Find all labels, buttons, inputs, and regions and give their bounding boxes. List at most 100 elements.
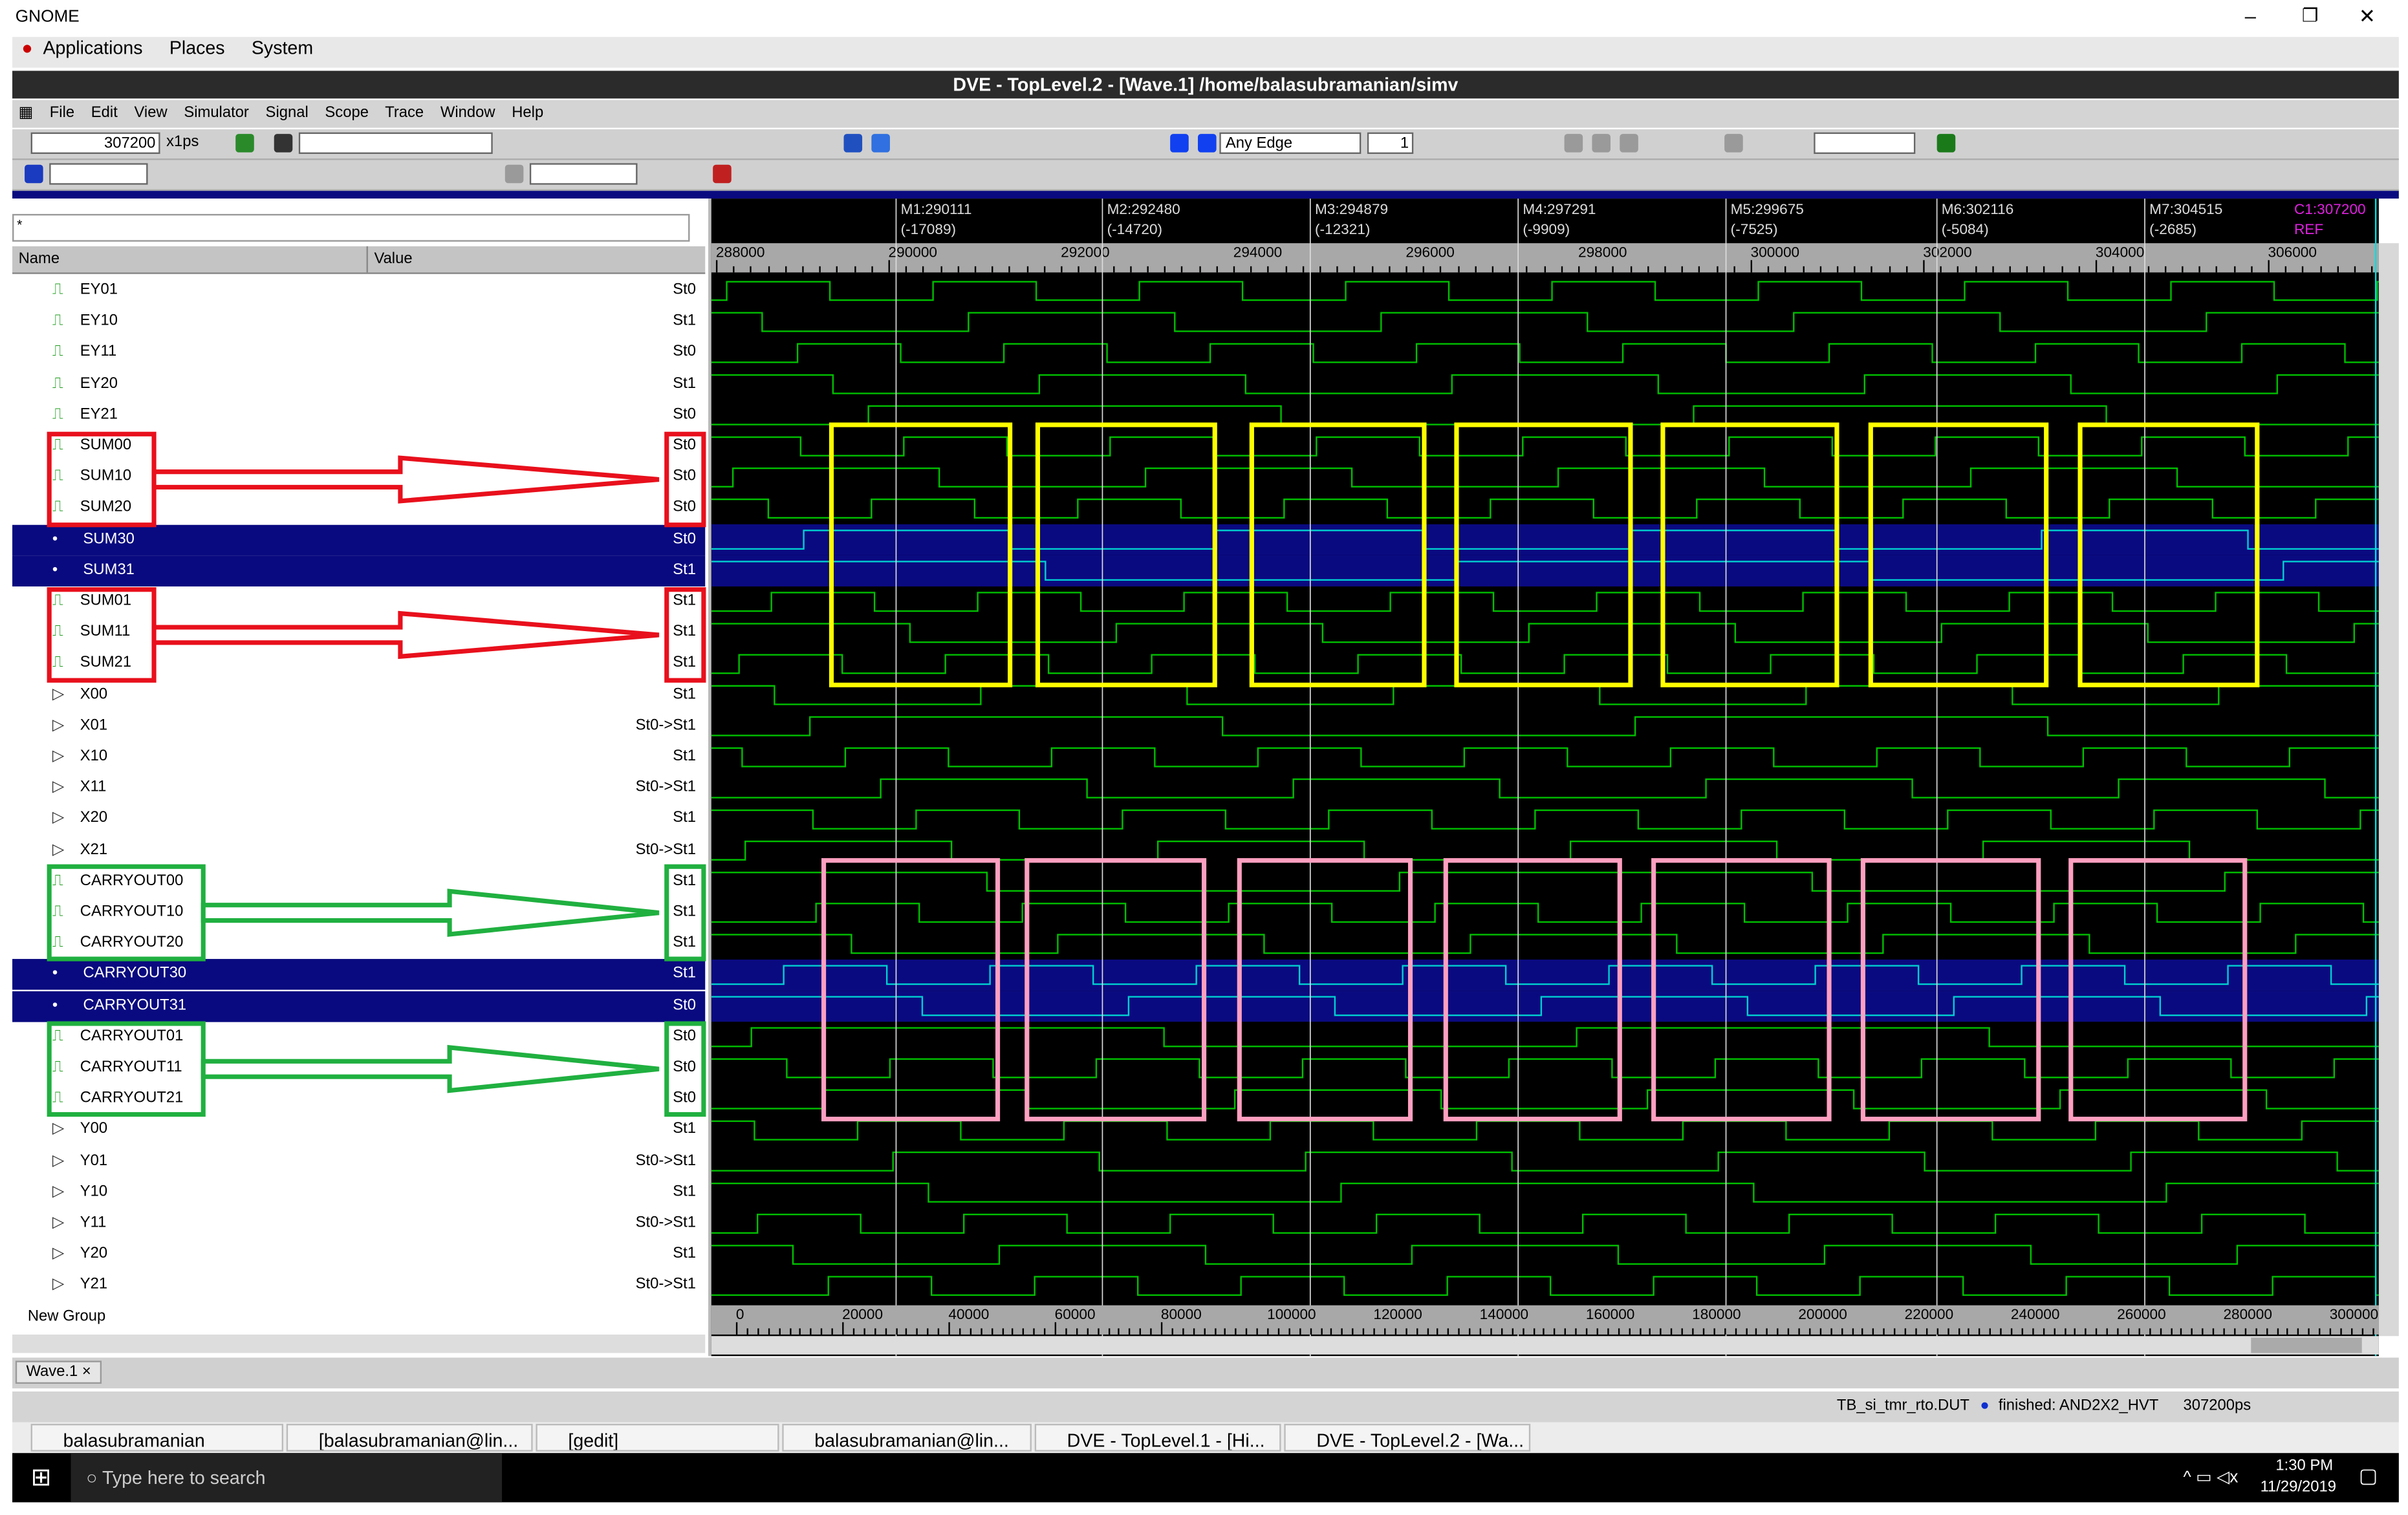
signal-waveform[interactable] bbox=[711, 654, 2379, 674]
next-edge-icon[interactable] bbox=[1198, 134, 1217, 153]
signal-row[interactable]: ▷ Y20 St1 bbox=[12, 1240, 705, 1271]
signal-waveform[interactable] bbox=[711, 281, 2379, 301]
value-input[interactable] bbox=[49, 163, 148, 185]
signal-waveform[interactable] bbox=[711, 436, 2379, 457]
signal-row[interactable]: ⎍ EY20 St1 bbox=[12, 369, 705, 400]
signal-waveform[interactable] bbox=[711, 467, 2379, 488]
group-combo[interactable] bbox=[529, 163, 638, 185]
gnome-menu-system[interactable]: System bbox=[252, 37, 313, 58]
zoom-fit-icon[interactable] bbox=[1564, 134, 1583, 153]
tab-wave1[interactable]: Wave.1 × bbox=[15, 1360, 102, 1384]
close-button[interactable]: ✕ bbox=[2359, 5, 2376, 29]
signal-hscrollbar[interactable] bbox=[12, 1334, 706, 1353]
signal-row[interactable]: ⎍ EY10 St1 bbox=[12, 306, 705, 338]
menu-file[interactable]: File bbox=[50, 105, 74, 122]
zoom-out-icon[interactable] bbox=[1620, 134, 1638, 153]
scrollbar-thumb[interactable] bbox=[2251, 1337, 2362, 1353]
gnome-menu-applications[interactable]: Applications bbox=[43, 37, 142, 58]
menu-view[interactable]: View bbox=[134, 105, 167, 122]
signal-row[interactable]: ⎍ SUM20 St0 bbox=[12, 493, 705, 524]
search-combo[interactable] bbox=[298, 132, 493, 155]
run-icon[interactable] bbox=[235, 134, 254, 153]
signal-waveform[interactable] bbox=[711, 343, 2379, 363]
schematic-icon[interactable] bbox=[871, 134, 890, 153]
signal-row[interactable]: ⎍ CARRYOUT00 St1 bbox=[12, 866, 705, 897]
signal-row[interactable]: ▷ Y00 St1 bbox=[12, 1115, 705, 1146]
record-icon[interactable] bbox=[713, 164, 732, 184]
signal-row[interactable]: • SUM30 St0 bbox=[12, 524, 706, 555]
signal-waveform[interactable] bbox=[711, 499, 2379, 519]
minimize-button[interactable]: – bbox=[2245, 5, 2256, 28]
waveform-vscrollbar[interactable] bbox=[2378, 243, 2399, 1337]
signal-waveform[interactable] bbox=[711, 809, 2379, 830]
signal-waveform[interactable] bbox=[711, 623, 2379, 643]
signal-row[interactable]: ▷ X11 St0->St1 bbox=[12, 773, 705, 804]
zoom-in-icon[interactable] bbox=[1592, 134, 1611, 153]
clock-date[interactable]: 11/29/2019 bbox=[2261, 1479, 2336, 1496]
signal-row[interactable]: ▷ Y11 St0->St1 bbox=[12, 1209, 705, 1240]
menu-simulator[interactable]: Simulator bbox=[184, 105, 249, 122]
menu-help[interactable]: Help bbox=[512, 105, 543, 122]
grid-icon[interactable] bbox=[1936, 134, 1956, 153]
taskbar-window-item[interactable]: balasubramanian@lin... bbox=[782, 1423, 1032, 1452]
signal-row[interactable]: ⎍ CARRYOUT01 St0 bbox=[12, 1022, 705, 1053]
signal-row[interactable]: ▷ X21 St0->St1 bbox=[12, 835, 705, 866]
signal-waveform[interactable] bbox=[711, 1245, 2379, 1265]
signal-waveform[interactable] bbox=[711, 747, 2379, 768]
signal-row[interactable]: ⎍ SUM00 St0 bbox=[12, 431, 705, 462]
gnome-menu-places[interactable]: Places bbox=[169, 37, 225, 58]
signal-waveform[interactable] bbox=[711, 1089, 2379, 1110]
signal-row[interactable]: ⎍ CARRYOUT21 St0 bbox=[12, 1084, 705, 1115]
signal-waveform[interactable] bbox=[711, 592, 2379, 612]
notification-icon[interactable]: ▢ bbox=[2359, 1464, 2378, 1488]
signal-filter-input[interactable]: * bbox=[12, 213, 690, 242]
signal-waveform[interactable] bbox=[711, 1027, 2379, 1048]
signal-row[interactable]: ▷ X10 St1 bbox=[12, 742, 705, 773]
signal-waveform[interactable] bbox=[711, 840, 2379, 861]
menu-trace[interactable]: Trace bbox=[385, 105, 424, 122]
signal-row[interactable]: ▷ Y01 St0->St1 bbox=[12, 1146, 705, 1177]
waveform-canvas[interactable] bbox=[711, 199, 2379, 1357]
signal-row[interactable]: ⎍ CARRYOUT10 St1 bbox=[12, 897, 705, 929]
signal-row[interactable]: ▷ X00 St1 bbox=[12, 680, 705, 711]
signal-row[interactable]: ▷ Y21 St0->St1 bbox=[12, 1271, 705, 1302]
signal-waveform[interactable] bbox=[711, 872, 2379, 892]
signal-row[interactable]: ⎍ EY21 St0 bbox=[12, 400, 705, 431]
value-column-header[interactable]: Value bbox=[366, 246, 413, 273]
signal-waveform[interactable] bbox=[711, 934, 2379, 954]
windows-start-icon[interactable]: ⊞ bbox=[31, 1462, 52, 1493]
signal-waveform[interactable] bbox=[711, 312, 2379, 332]
signal-row[interactable]: • CARRYOUT30 St1 bbox=[12, 959, 706, 991]
edge-count-input[interactable]: 1 bbox=[1367, 132, 1414, 155]
time-input[interactable]: 307200 bbox=[30, 132, 160, 155]
time-unit-select[interactable]: x1ps bbox=[166, 134, 199, 151]
menu-scope[interactable]: Scope bbox=[325, 105, 369, 122]
wave-icon[interactable] bbox=[843, 134, 863, 153]
signal-waveform[interactable] bbox=[711, 1182, 2379, 1203]
signal-waveform[interactable] bbox=[711, 1214, 2379, 1234]
prev-edge-icon[interactable] bbox=[1170, 134, 1189, 153]
signal-waveform[interactable] bbox=[711, 716, 2379, 736]
signal-row[interactable]: ▷ X01 St0->St1 bbox=[12, 711, 705, 742]
signal-waveform[interactable] bbox=[711, 1151, 2379, 1172]
down-arrow-icon[interactable] bbox=[25, 164, 43, 184]
signal-waveform[interactable] bbox=[711, 685, 2379, 705]
new-group-row[interactable]: New Group bbox=[12, 1302, 705, 1333]
tray-icons[interactable]: ^ ▭ ◁x bbox=[2184, 1467, 2239, 1487]
restore-button[interactable]: ❐ bbox=[2302, 5, 2319, 26]
menu-window[interactable]: Window bbox=[440, 105, 495, 122]
signal-row[interactable]: ⎍ SUM10 St0 bbox=[12, 462, 705, 493]
menu-signal[interactable]: Signal bbox=[266, 105, 309, 122]
signal-row[interactable]: ⎍ SUM21 St1 bbox=[12, 649, 705, 680]
signal-waveform[interactable] bbox=[711, 374, 2379, 394]
waveform-pane[interactable]: M1:290111 (-17089) M2:292480 (-14720) M3:294… bbox=[711, 199, 2379, 1357]
signal-row[interactable]: • SUM31 St1 bbox=[12, 555, 706, 586]
signal-waveform[interactable] bbox=[711, 1276, 2379, 1296]
signal-row[interactable]: ▷ X20 St1 bbox=[12, 804, 705, 835]
taskbar-window-item[interactable]: balasubramanian bbox=[30, 1423, 284, 1452]
signal-waveform[interactable] bbox=[711, 405, 2379, 425]
signal-row[interactable]: ⎍ EY11 St0 bbox=[12, 338, 705, 369]
find-icon[interactable] bbox=[274, 134, 293, 153]
probe-icon[interactable] bbox=[504, 164, 524, 184]
clock-time[interactable]: 1:30 PM bbox=[2275, 1457, 2333, 1474]
